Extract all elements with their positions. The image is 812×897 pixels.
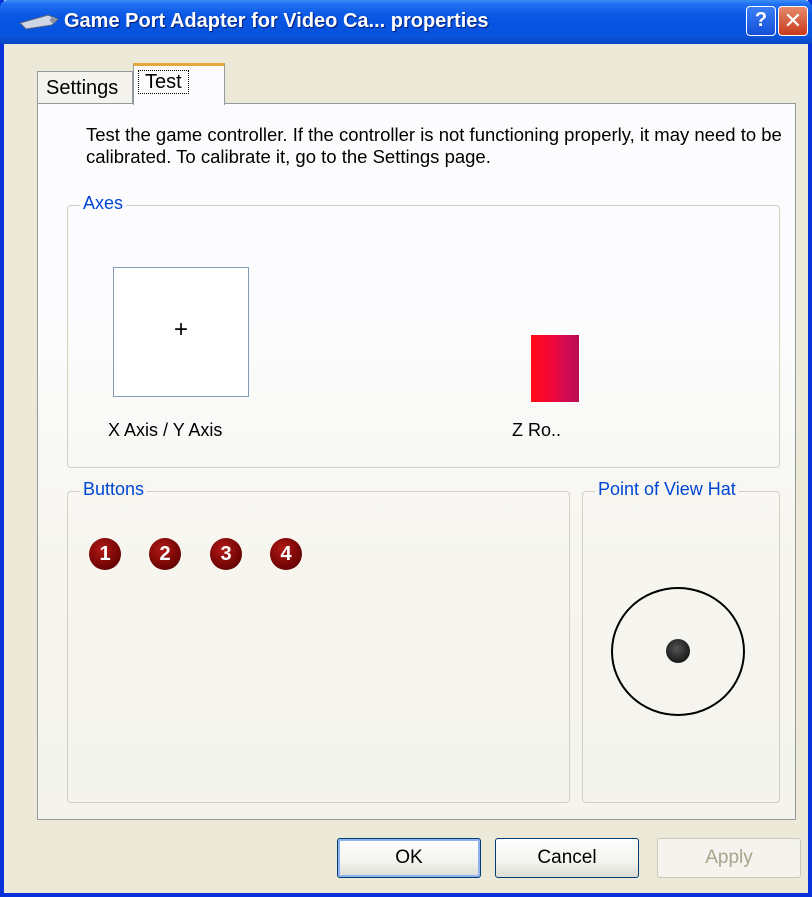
controller-button-2-indicator: 2	[149, 538, 181, 570]
close-button[interactable]: ✕	[778, 6, 808, 36]
joystick-icon	[19, 14, 59, 30]
controller-button-3-indicator: 3	[210, 538, 242, 570]
test-description: Test the game controller. If the control…	[86, 124, 782, 167]
tab-settings[interactable]: Settings	[37, 71, 133, 104]
properties-dialog: Game Port Adapter for Video Ca... proper…	[0, 0, 812, 897]
z-rotation-bar	[531, 335, 579, 402]
window-title: Game Port Adapter for Video Ca... proper…	[64, 10, 489, 32]
pov-hat-group-label: Point of View Hat	[595, 479, 739, 500]
buttons-group: Buttons	[67, 479, 570, 803]
controller-button-1-indicator: 1	[89, 538, 121, 570]
tab-test-label: Test	[138, 70, 189, 94]
xy-axis-display: +	[113, 267, 249, 397]
crosshair-icon: +	[174, 316, 189, 343]
title-bar[interactable]: Game Port Adapter for Video Ca... proper…	[0, 0, 812, 44]
ok-button[interactable]: OK	[337, 838, 481, 878]
help-button[interactable]: ?	[746, 6, 776, 36]
xy-axis-label: X Axis / Y Axis	[108, 420, 223, 440]
pov-hat-indicator	[666, 639, 690, 663]
axes-group-label: Axes	[80, 193, 127, 214]
controller-button-4-indicator: 4	[270, 538, 302, 570]
cancel-button[interactable]: Cancel	[495, 838, 639, 878]
tab-test[interactable]: Test	[133, 63, 225, 105]
buttons-group-label: Buttons	[80, 479, 148, 500]
z-rotation-label: Z Ro..	[512, 420, 562, 440]
apply-button[interactable]: Apply	[657, 838, 801, 878]
